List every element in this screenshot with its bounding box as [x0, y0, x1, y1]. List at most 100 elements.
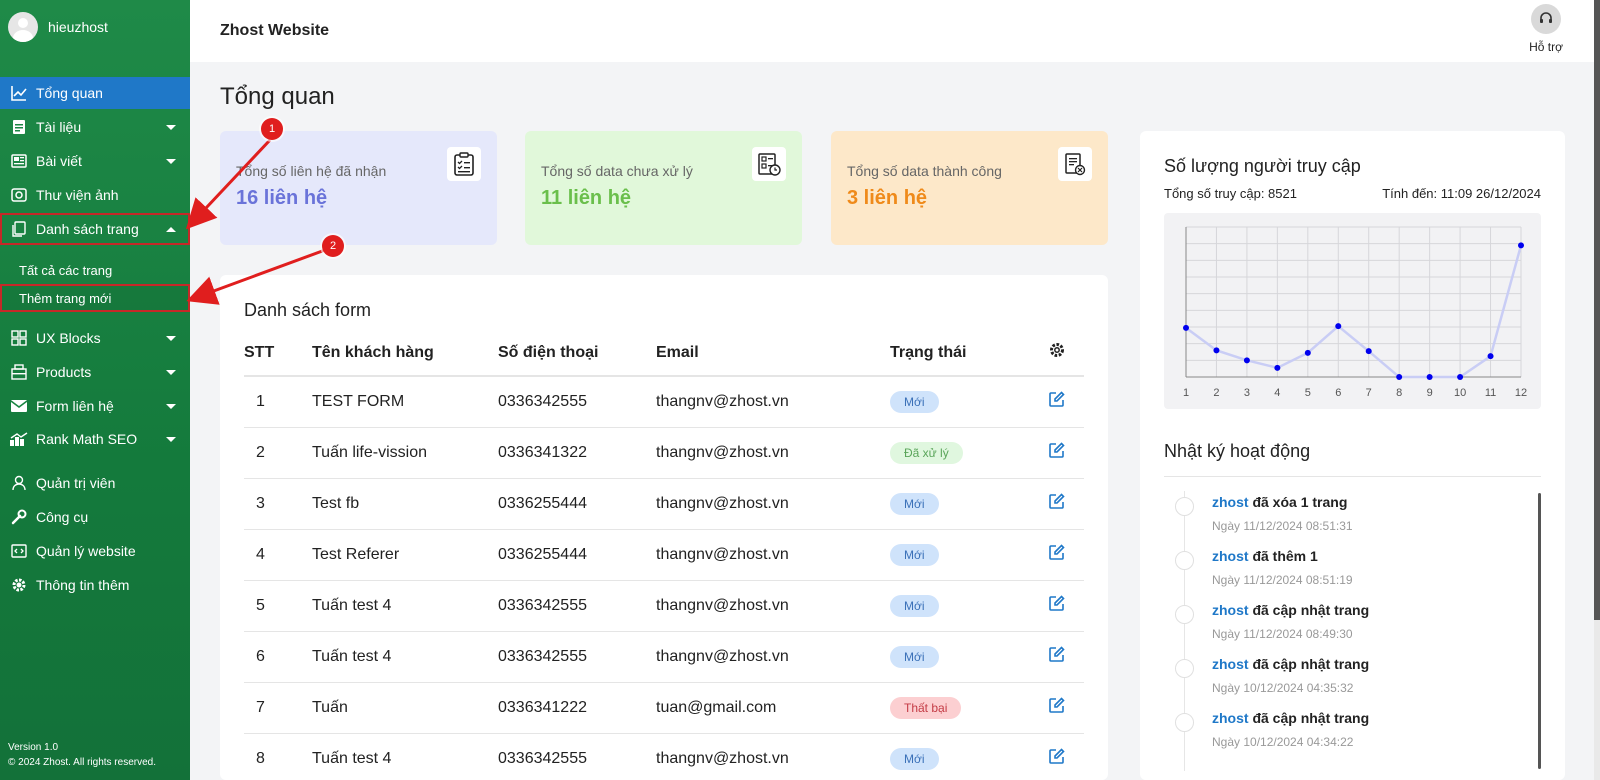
- edit-icon: [1048, 493, 1066, 514]
- stat-value: 11 liên hệ: [541, 187, 632, 209]
- log-action: đã cập nhật trang: [1248, 656, 1370, 672]
- log-item: zhost đã cập nhật trang Ngày 10/12/2024 0…: [1164, 707, 1524, 757]
- form-list-title: Danh sách form: [244, 300, 372, 320]
- sidebar-item-documents[interactable]: Tài liệu: [0, 111, 190, 143]
- sidebar-item-posts[interactable]: Bài viết: [0, 145, 190, 177]
- sidebar-item-admins[interactable]: Quản trị viên: [0, 467, 190, 499]
- list-pending-icon: [752, 147, 786, 181]
- sidebar-item-label: Form liên hệ: [36, 398, 114, 414]
- log-text: zhost đã cập nhật trang: [1212, 656, 1369, 672]
- submenu-add-new-page[interactable]: Thêm trang mới: [0, 284, 190, 312]
- submenu-all-pages[interactable]: Tất cả các trang: [0, 256, 190, 284]
- cell-phone: 0336342555: [498, 580, 656, 632]
- edit-icon: [1048, 391, 1066, 412]
- table-row: 8 Tuấn test 4 0336342555 thangnv@zhost.vn Mớ…: [244, 733, 1084, 780]
- cell-status: Mới: [890, 376, 1030, 428]
- stat-card-received: Tổng số liên hệ đã nhận 16 liên hệ: [220, 131, 497, 245]
- code-window-icon: [10, 542, 28, 560]
- edit-button[interactable]: [1030, 529, 1084, 581]
- header-status: Trạng thái: [890, 330, 1030, 377]
- log-action: đã thêm 1: [1248, 548, 1318, 564]
- edit-icon: [1048, 595, 1066, 616]
- log-user-link[interactable]: zhost: [1212, 548, 1249, 564]
- sidebar-item-pages[interactable]: Danh sách trang: [0, 213, 190, 245]
- cell-name: Test Referer: [312, 529, 498, 581]
- callout-badge-1: 1: [261, 118, 283, 140]
- status-badge: Đã xử lý: [890, 441, 963, 464]
- status-badge: Mới: [890, 645, 939, 668]
- rank-icon: [10, 430, 28, 448]
- sidebar-item-gallery[interactable]: Thư viện ảnh: [0, 179, 190, 211]
- gear-icon: [10, 576, 28, 594]
- chart-line-icon: [10, 84, 28, 102]
- edit-button[interactable]: [1030, 376, 1084, 428]
- sidebar-item-label: Tài liệu: [36, 119, 82, 135]
- visitors-until: Tính đến: 11:09 26/12/2024: [1382, 186, 1541, 201]
- chevron-down-icon: [166, 125, 176, 130]
- log-user-link[interactable]: zhost: [1212, 602, 1249, 618]
- log-action: đã cập nhật trang: [1248, 602, 1370, 618]
- sidebar-item-label: Rank Math SEO: [36, 431, 138, 447]
- sidebar-item-ux-blocks[interactable]: UX Blocks: [0, 322, 190, 354]
- sidebar-item-website-manager[interactable]: Quản lý website: [0, 535, 190, 567]
- stat-value: 16 liên hệ: [236, 187, 328, 209]
- page-scrollbar-thumb[interactable]: [1594, 0, 1600, 620]
- edit-button[interactable]: [1030, 478, 1084, 530]
- edit-button[interactable]: [1030, 427, 1084, 479]
- log-date: Ngày 11/12/2024 08:49:30: [1212, 627, 1353, 641]
- x-tick-label: 6: [1335, 387, 1341, 399]
- sidebar-item-more-info[interactable]: Thông tin thêm: [0, 569, 190, 601]
- header-phone: Số điện thoại: [498, 330, 656, 377]
- support-button[interactable]: Hỗ trợ: [1524, 4, 1568, 54]
- log-user-link[interactable]: zhost: [1212, 494, 1249, 510]
- x-tick-label: 9: [1427, 387, 1433, 399]
- edit-button[interactable]: [1030, 682, 1084, 734]
- cell-stt: 4: [244, 529, 312, 581]
- sidebar-item-products[interactable]: Products: [0, 356, 190, 388]
- stats-sidebar-card: Số lượng người truy cập Tổng số truy cập…: [1140, 131, 1565, 780]
- user-name[interactable]: hieuzhost: [48, 19, 108, 35]
- log-user-link[interactable]: zhost: [1212, 656, 1249, 672]
- box-icon: [10, 363, 28, 381]
- edit-button[interactable]: [1030, 580, 1084, 632]
- stat-label: Tổng số data thành công: [847, 163, 1002, 179]
- data-point: [1243, 357, 1250, 364]
- cell-email: tuan@gmail.com: [656, 682, 890, 734]
- cell-phone: 0336341222: [498, 682, 656, 734]
- settings-gear-icon[interactable]: [1030, 330, 1084, 377]
- table-row: 3 Test fb 0336255444 thangnv@zhost.vn Mới: [244, 478, 1084, 530]
- header-name: Tên khách hàng: [312, 330, 498, 377]
- data-point: [1365, 348, 1372, 355]
- cell-stt: 3: [244, 478, 312, 530]
- cell-phone: 0336255444: [498, 529, 656, 581]
- avatar[interactable]: [8, 12, 38, 42]
- table-row: 2 Tuấn life-vission 0336341322 thangnv@zhos…: [244, 427, 1084, 479]
- edit-button[interactable]: [1030, 631, 1084, 683]
- log-action: đã cập nhật trang: [1248, 710, 1370, 726]
- user-profile[interactable]: hieuzhost: [8, 11, 108, 43]
- stat-value: 3 liên hệ: [847, 187, 928, 209]
- log-user-link[interactable]: zhost: [1212, 710, 1249, 726]
- log-item: zhost đã xóa 1 trang Ngày 11/12/2024 08:5…: [1164, 491, 1524, 541]
- x-tick-label: 4: [1274, 387, 1280, 399]
- cell-status: Mới: [890, 631, 1030, 683]
- log-date: Ngày 10/12/2024 04:35:32: [1212, 681, 1354, 695]
- visitors-total: Tổng số truy cập: 8521: [1164, 186, 1297, 201]
- clipboard-check-icon: [447, 147, 481, 181]
- timeline-dot: [1175, 713, 1194, 732]
- data-point: [1183, 324, 1189, 331]
- cell-stt: 8: [244, 733, 312, 780]
- activity-log-list[interactable]: zhost đã xóa 1 trang Ngày 11/12/2024 08:5…: [1164, 491, 1541, 771]
- sidebar-item-rank-math[interactable]: Rank Math SEO: [0, 423, 190, 455]
- sidebar-item-tools[interactable]: Công cụ: [0, 501, 190, 533]
- log-scrollbar[interactable]: [1538, 493, 1541, 769]
- chevron-down-icon: [166, 336, 176, 341]
- sidebar-item-overview[interactable]: Tổng quan: [0, 77, 190, 109]
- timeline-dot: [1175, 551, 1194, 570]
- page-scrollbar[interactable]: [1594, 0, 1600, 780]
- sidebar-item-label: UX Blocks: [36, 330, 101, 346]
- sidebar-item-contact-forms[interactable]: Form liên hệ: [0, 390, 190, 422]
- cell-email: thangnv@zhost.vn: [656, 478, 890, 530]
- edit-button[interactable]: [1030, 733, 1084, 780]
- site-title[interactable]: Zhost Website: [220, 22, 329, 40]
